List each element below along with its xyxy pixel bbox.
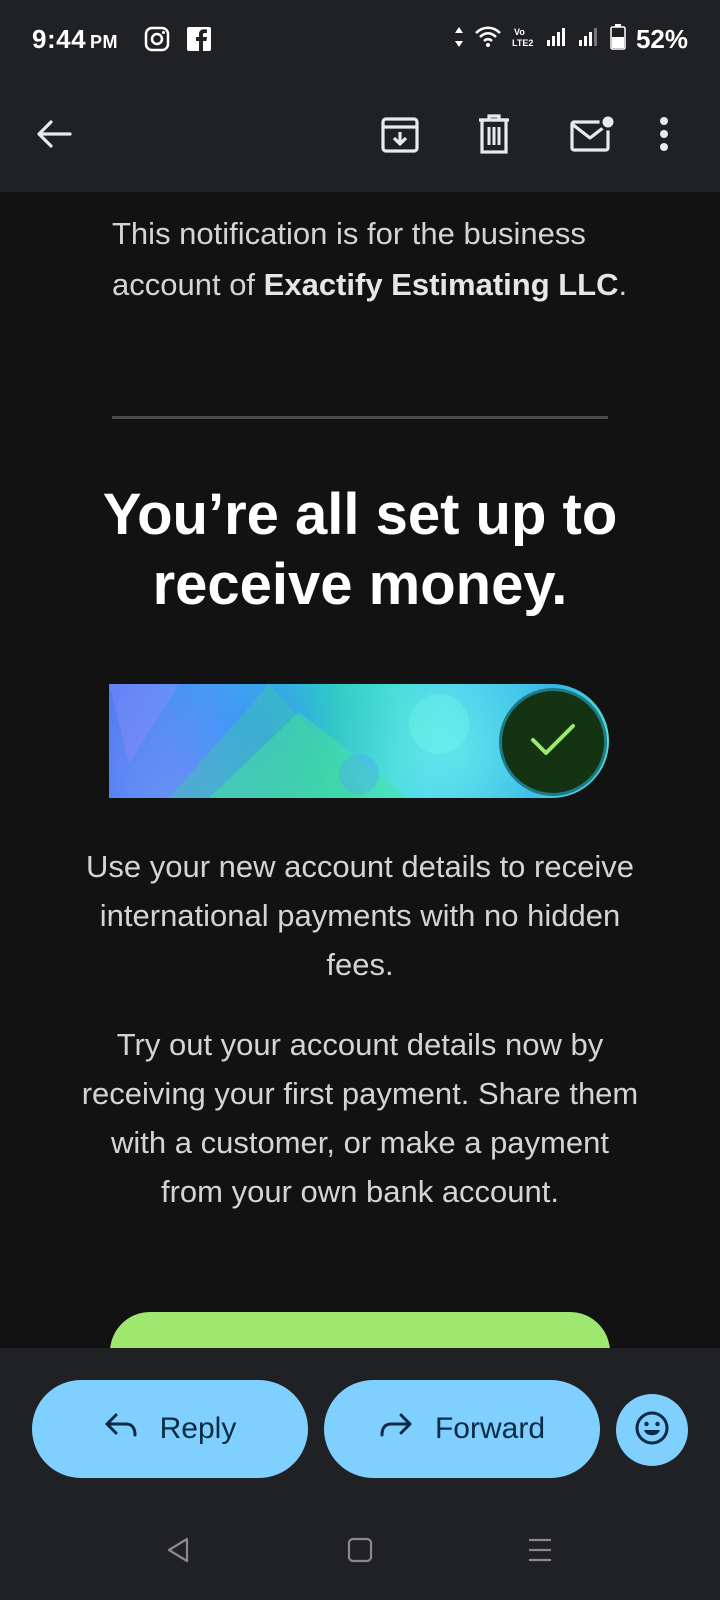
reply-icon: [104, 1411, 138, 1447]
nav-back-icon: [165, 1536, 191, 1569]
forward-icon: [379, 1411, 413, 1447]
mark-unread-button[interactable]: [560, 104, 624, 168]
signal-icon: [578, 27, 600, 52]
success-banner: [109, 684, 609, 798]
battery-percent: 52%: [635, 24, 688, 54]
clock-ampm: PM: [90, 32, 119, 52]
volte-icon: Vo LTE2: [512, 26, 536, 53]
checkmark-badge: [499, 688, 607, 796]
system-nav-bar: [0, 1504, 720, 1600]
reply-label: Reply: [159, 1412, 237, 1445]
arrow-left-icon: [36, 119, 72, 154]
business-name: Exactify Estimating LLC: [263, 267, 619, 302]
nav-home-button[interactable]: [336, 1528, 384, 1576]
notice-suffix: .: [618, 267, 628, 302]
email-toolbar: [0, 84, 720, 192]
back-button[interactable]: [22, 104, 86, 168]
clock-time: 9:44: [32, 24, 87, 54]
instagram-icon: [144, 26, 170, 57]
headline: You’re all set up to receive money.: [102, 482, 618, 617]
status-bar: 9:44 PM Vo LTE2 52%: [0, 0, 720, 84]
paragraph-intro: Use your new account details to receive …: [86, 849, 634, 982]
status-time: 9:44 PM: [32, 24, 118, 55]
more-options-button[interactable]: [632, 104, 696, 168]
facebook-icon: [186, 26, 212, 57]
archive-button[interactable]: [368, 104, 432, 168]
bottom-action-bar: Reply Forward: [0, 1348, 720, 1600]
mark-unread-icon: [569, 113, 617, 159]
nav-recents-icon: [527, 1538, 553, 1567]
emoji-icon: [634, 1410, 670, 1451]
system-status: Vo LTE2 52%: [454, 24, 688, 55]
paragraph-try: Try out your account details now by rece…: [81, 1027, 639, 1209]
nav-back-button[interactable]: [154, 1528, 202, 1576]
forward-label: Forward: [434, 1412, 546, 1445]
svg-text:Vo: Vo: [514, 27, 525, 37]
checkmark-icon: [529, 722, 577, 763]
svg-text:LTE2: LTE2: [512, 38, 533, 48]
notification-icons: [144, 26, 212, 57]
data-arrows-icon: [454, 26, 464, 53]
delete-button[interactable]: [462, 104, 526, 168]
delete-icon: [477, 113, 511, 159]
signal-icon: [546, 27, 568, 52]
battery-icon: [610, 24, 626, 55]
nav-home-icon: [347, 1537, 373, 1568]
email-body: This notification is for the business ac…: [0, 192, 720, 1348]
nav-recents-button[interactable]: [516, 1528, 564, 1576]
divider: [112, 416, 608, 419]
cta-button[interactable]: [110, 1312, 610, 1348]
forward-button[interactable]: Forward: [324, 1380, 600, 1478]
account-notice: This notification is for the business ac…: [112, 208, 632, 310]
archive-icon: [381, 115, 419, 158]
wifi-icon: [474, 26, 502, 53]
more-vert-icon: [659, 116, 669, 157]
reply-button[interactable]: Reply: [32, 1380, 308, 1478]
emoji-reaction-button[interactable]: [616, 1394, 688, 1466]
